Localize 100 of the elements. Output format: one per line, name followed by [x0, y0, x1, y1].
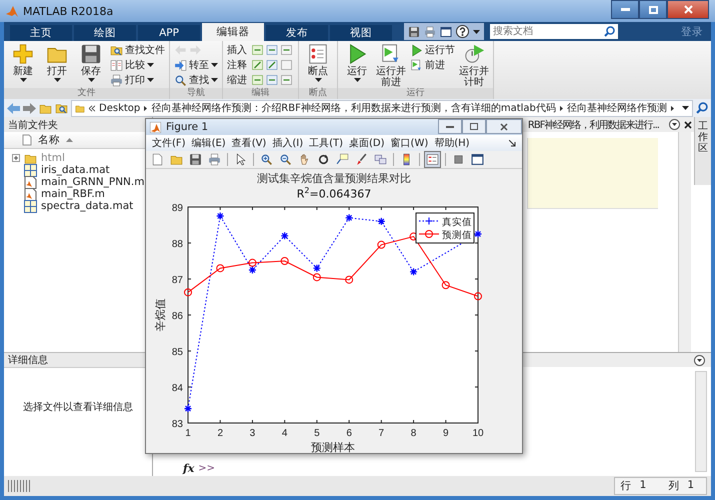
maximize-button[interactable]: [639, 0, 667, 19]
star-marker: [184, 404, 192, 413]
ribbon-tab[interactable]: 主页: [10, 25, 72, 41]
close-icon[interactable]: [684, 120, 692, 128]
search-field[interactable]: 搜索文档: [490, 24, 618, 39]
circle-marker: [248, 258, 256, 267]
column-label: 列: [668, 479, 680, 493]
star-marker: [216, 212, 224, 220]
ribbon-button[interactable]: 运行并计时: [459, 43, 489, 88]
menu-item[interactable]: 窗口(W): [390, 136, 428, 150]
address-bar[interactable]: Desktop 径向基神经网络作预测：介绍RBF神经网络，利用数据来进行预测，含有详细的matlab代码 径向基神经网络作预测: [71, 100, 693, 116]
ribbon-tab[interactable]: APP: [138, 25, 200, 41]
ribbon-button[interactable]: 打印: [110, 73, 165, 87]
legend-box: [416, 212, 474, 244]
breakpoint-icon: [307, 43, 329, 65]
scrollbar[interactable]: [695, 371, 707, 472]
minimize-button[interactable]: [438, 119, 462, 134]
star-marker: [474, 230, 482, 238]
expand-icon[interactable]: [12, 154, 20, 162]
ribbon-button[interactable]: 保存: [76, 43, 106, 88]
x-tick-label: 4: [282, 428, 288, 439]
file-name[interactable]: spectra_data.mat: [41, 200, 134, 212]
x-tick-label: 7: [378, 428, 384, 439]
circle-marker: [442, 281, 450, 290]
login-link[interactable]: 登录: [681, 24, 703, 38]
ribbon-button[interactable]: 运行: [342, 43, 372, 88]
function-browser-button[interactable]: fx: [183, 462, 194, 474]
menu-item[interactable]: 编辑(E): [192, 136, 226, 150]
legend-line-sample: [418, 230, 440, 238]
minimize-icon: [446, 126, 454, 128]
ribbon-tab[interactable]: 发布: [266, 25, 328, 41]
ribbon-tab[interactable]: 编辑器: [202, 23, 264, 41]
minimize-icon: [620, 8, 630, 11]
ribbon-tab[interactable]: 绘图: [74, 25, 136, 41]
menu-item[interactable]: 帮助(H): [434, 136, 470, 150]
ribbon-button[interactable]: 查找文件: [110, 43, 165, 57]
path-segment[interactable]: 径向基神经网络作预测：介绍RBF神经网络，利用数据来进行预测，含有详细的matlab代码: [151, 101, 556, 115]
menu-item[interactable]: 插入(I): [272, 136, 304, 150]
y-tick-label: 89: [172, 202, 183, 214]
star-marker: [280, 232, 289, 240]
menu-item[interactable]: 查看(V): [232, 136, 266, 150]
file-name[interactable]: main_RBF.m: [41, 188, 105, 200]
chevron-right-icon: [144, 104, 148, 112]
star-marker: [409, 268, 418, 276]
maximize-icon: [470, 123, 478, 130]
close-button[interactable]: [667, 0, 709, 19]
close-button[interactable]: [486, 119, 522, 134]
menu-item[interactable]: 工具(T): [309, 136, 344, 150]
menu-item[interactable]: 桌面(D): [349, 136, 385, 150]
script-file-icon: [24, 176, 37, 188]
panel-title: 当前文件夹: [4, 117, 152, 132]
details-message: 选择文件以查看详细信息: [23, 400, 133, 414]
edit-tools-icon: [250, 59, 294, 71]
star-marker: [345, 214, 354, 222]
forward-arrow-icon[interactable]: [23, 102, 36, 114]
file-name[interactable]: iris_data.mat: [41, 164, 110, 176]
folder-name[interactable]: html: [41, 152, 65, 164]
ribbon-button[interactable]: 前进: [410, 58, 455, 72]
help-icon[interactable]: [456, 25, 469, 38]
menu-item[interactable]: 文件(F): [152, 136, 186, 150]
x-tick-label: 9: [443, 428, 449, 439]
window-icon[interactable]: [440, 26, 452, 38]
ribbon-button[interactable]: 查找: [174, 73, 218, 87]
compare-icon: [110, 58, 123, 72]
dropdown-circle-icon[interactable]: [669, 119, 680, 130]
folder-icon: [170, 153, 183, 166]
edit-tools-icon: [250, 74, 294, 86]
y-tick-label: 83: [172, 418, 183, 430]
path-segment[interactable]: 径向基神经网络作预测: [566, 101, 667, 115]
circle-marker: [312, 273, 321, 282]
column-header[interactable]: 名称: [38, 133, 60, 147]
sort-up-icon: [66, 138, 73, 142]
star-marker: [377, 217, 386, 226]
path-segment[interactable]: Desktop: [99, 102, 140, 114]
circle-marker: [345, 276, 354, 284]
circle-marker: [474, 292, 482, 300]
minimize-button[interactable]: [611, 0, 639, 19]
file-name[interactable]: main_GRNN_PNN.m: [41, 176, 144, 188]
y-tick-label: 88: [172, 238, 183, 250]
dropdown-circle-icon[interactable]: [694, 354, 705, 366]
ribbon-button[interactable]: 运行节: [410, 43, 455, 57]
ribbon-button[interactable]: 比较: [110, 58, 165, 72]
scrollbar[interactable]: [678, 132, 691, 352]
legend-label: 真实值: [442, 216, 472, 228]
search-icon[interactable]: [696, 102, 708, 114]
ribbon-button[interactable]: 转至: [174, 58, 218, 72]
ribbon-button[interactable]: 新建: [8, 43, 38, 88]
editor-tab[interactable]: RBF神经网络，利用数据来进行...: [528, 118, 659, 132]
maximize-button[interactable]: [462, 119, 486, 134]
search-icon: [174, 74, 187, 86]
ribbon-tab[interactable]: 视图: [330, 25, 392, 41]
ribbon-button[interactable]: 打开: [42, 43, 72, 88]
command-prompt: >>: [198, 462, 216, 474]
y-tick-label: 85: [172, 346, 183, 358]
workspace-side-tab[interactable]: 工作区: [694, 117, 711, 185]
printer-icon: [424, 26, 436, 38]
ribbon-button[interactable]: 运行并前进: [376, 43, 406, 88]
ribbon-group-label: 文件: [4, 88, 169, 99]
dock-arrow-icon[interactable]: [509, 140, 516, 147]
ribbon-button[interactable]: 断点: [303, 43, 333, 88]
